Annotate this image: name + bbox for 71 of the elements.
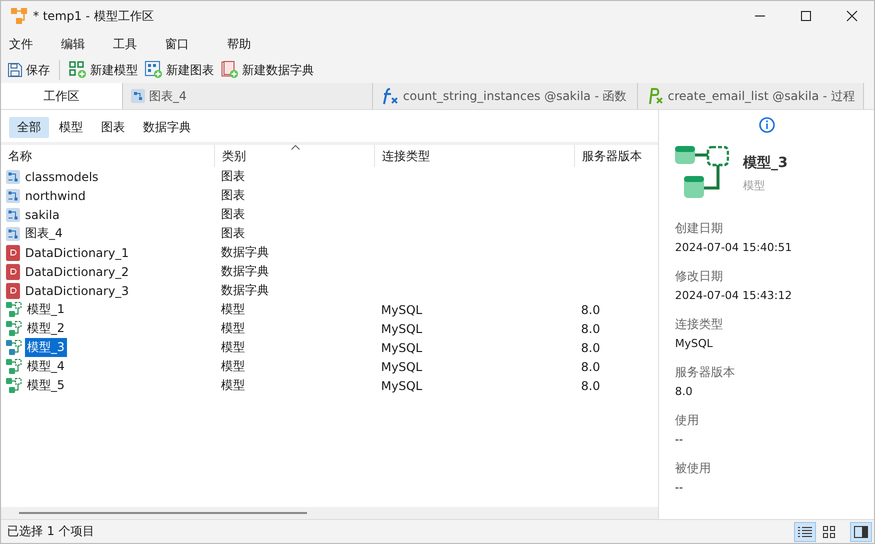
- status-text: 已选择 1 个项目: [7, 523, 94, 540]
- column-header[interactable]: 服务器版本: [582, 148, 642, 164]
- menu-item[interactable]: 工具: [113, 36, 137, 52]
- field-value: --: [675, 481, 684, 494]
- table-cell: 数据字典: [221, 244, 269, 261]
- column-header[interactable]: 类别: [222, 148, 246, 164]
- table-cell: 数据字典: [221, 282, 269, 299]
- name-cell[interactable]: 模型_5: [25, 376, 67, 395]
- field-value: --: [675, 433, 684, 446]
- menu-item[interactable]: 编辑: [61, 36, 85, 52]
- table-cell: 数据字典: [221, 263, 269, 280]
- table-cell: 8.0: [581, 302, 600, 316]
- table-cell: 8.0: [581, 378, 600, 392]
- table-cell: MySQL: [381, 322, 422, 336]
- toolbar-button[interactable]: 保存: [5, 60, 52, 80]
- name-cell[interactable]: 模型_4: [25, 357, 67, 376]
- toolbar-button[interactable]: 新建模型: [67, 59, 140, 81]
- filter-button[interactable]: 图表: [93, 117, 133, 138]
- name-cell[interactable]: classmodels: [23, 168, 100, 184]
- menu-item[interactable]: 文件: [9, 36, 33, 52]
- table-cell: 模型: [221, 301, 245, 318]
- table-cell: 图表: [221, 168, 245, 185]
- filter-button[interactable]: 数据字典: [135, 117, 199, 138]
- tab[interactable]: 工作区: [1, 83, 123, 109]
- column-header[interactable]: 连接类型: [382, 148, 430, 164]
- filter-button[interactable]: 模型: [51, 117, 91, 138]
- name-cell[interactable]: 图表_4: [23, 224, 65, 243]
- table-cell: MySQL: [381, 340, 422, 354]
- table-cell: 模型: [221, 320, 245, 337]
- window-title: * temp1 - 模型工作区: [33, 8, 154, 24]
- menu-item[interactable]: 窗口: [165, 36, 189, 52]
- name-cell[interactable]: DataDictionary_3: [23, 282, 131, 298]
- name-cell[interactable]: DataDictionary_2: [23, 264, 131, 280]
- table-cell: 图表: [221, 187, 245, 204]
- name-cell[interactable]: 模型_2: [25, 319, 67, 338]
- name-cell[interactable]: 模型_3: [25, 338, 67, 357]
- table-cell: 图表: [221, 206, 245, 223]
- column-header[interactable]: 名称: [8, 148, 32, 164]
- field-label: 服务器版本: [675, 364, 736, 381]
- table-cell: 8.0: [581, 340, 600, 354]
- field-value: 2024-07-04 15:40:51: [675, 241, 793, 254]
- table-cell: MySQL: [381, 360, 422, 374]
- table-cell: 模型: [221, 377, 245, 394]
- table-cell: MySQL: [381, 302, 422, 316]
- table-cell: 8.0: [581, 322, 600, 336]
- table-cell: 8.0: [581, 360, 600, 374]
- field-label: 使用: [675, 412, 700, 429]
- name-cell[interactable]: 模型_1: [25, 300, 67, 319]
- field-label: 连接类型: [675, 316, 724, 333]
- tab[interactable]: 图表_4: [123, 83, 373, 109]
- field-value: MySQL: [675, 337, 714, 350]
- field-value: 8.0: [675, 385, 694, 398]
- field-label: 创建日期: [675, 220, 724, 237]
- name-cell[interactable]: northwind: [23, 188, 88, 204]
- toolbar-button[interactable]: 新建数据字典: [219, 59, 316, 81]
- detail-subtitle: 模型: [743, 178, 766, 192]
- table-cell: 模型: [221, 358, 245, 375]
- table-cell: 模型: [221, 339, 245, 356]
- name-cell[interactable]: sakila: [23, 206, 62, 222]
- field-label: 被使用: [675, 460, 712, 477]
- menu-item[interactable]: 帮助: [227, 36, 251, 52]
- field-label: 修改日期: [675, 268, 724, 285]
- filter-button[interactable]: 全部: [9, 117, 49, 138]
- tab[interactable]: count_string_instances @sakila - 函数: [373, 83, 638, 109]
- tab[interactable]: create_email_list @sakila - 过程: [638, 83, 864, 109]
- table-cell: 图表: [221, 225, 245, 242]
- name-cell[interactable]: DataDictionary_1: [23, 244, 131, 260]
- toolbar-button[interactable]: 新建图表: [143, 59, 216, 81]
- table-cell: MySQL: [381, 378, 422, 392]
- field-value: 2024-07-04 15:43:12: [675, 289, 793, 302]
- detail-title: 模型_3: [743, 154, 788, 172]
